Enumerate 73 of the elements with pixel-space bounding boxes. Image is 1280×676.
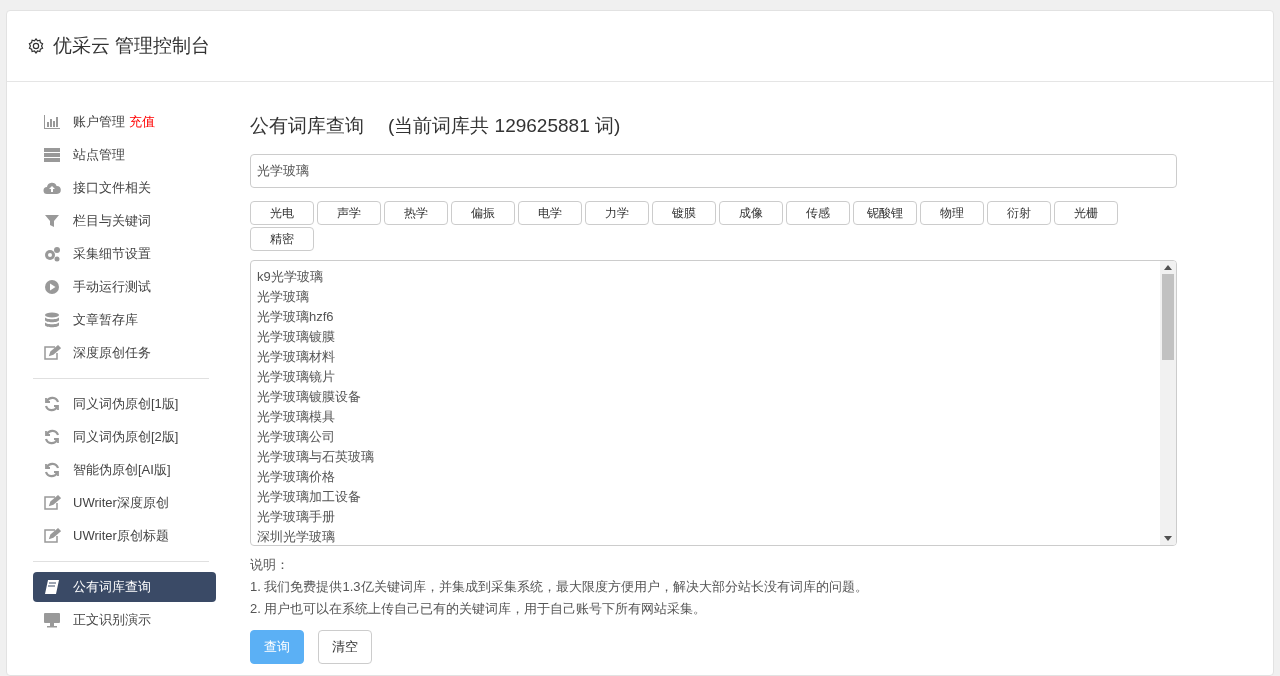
tag-button[interactable]: 衍射 (987, 200, 1051, 225)
console-title: 优采云 管理控制台 (53, 33, 211, 58)
result-option[interactable]: 深圳光学玻璃 (257, 526, 1160, 545)
tag-button[interactable]: 成像 (719, 200, 783, 225)
result-option[interactable]: 光学玻璃 (257, 286, 1160, 307)
sidebar-item[interactable]: UWriter深度原创 (33, 488, 216, 518)
sidebar-item[interactable]: 文章暂存库 (33, 305, 216, 335)
result-option[interactable]: 光学玻璃与石英玻璃 (257, 446, 1160, 467)
sidebar-item[interactable]: 同义词伪原创[2版] (33, 422, 216, 452)
scrollbar[interactable] (1160, 260, 1176, 545)
result-option[interactable]: 光学玻璃手册 (257, 506, 1160, 527)
cloud-upload-icon (43, 180, 61, 196)
scroll-down-icon[interactable] (1164, 535, 1172, 541)
result-list[interactable]: k9光学玻璃 光学玻璃 光学玻璃hzf6 光学玻璃镀膜 光学玻璃材料 光学玻璃镜片 光学玻璃镀膜设备 光学玻璃模具 光学玻璃公司 光学玻璃与石英玻璃 光学玻璃价格 光学玻璃加工设备 光学玻璃手册 深圳光学玻璃 (250, 259, 1177, 546)
sidebar-item[interactable]: 站点管理 (33, 140, 216, 170)
sidebar-item[interactable]: 栏目与关键词 (33, 206, 216, 236)
tag-button[interactable]: 电学 (518, 200, 582, 225)
result-option[interactable]: 光学玻璃镜片 (257, 366, 1160, 387)
recharge-link[interactable]: 充值 (129, 112, 155, 132)
result-option[interactable]: 光学玻璃模具 (257, 406, 1160, 427)
result-option[interactable]: 光学玻璃镀膜设备 (257, 386, 1160, 407)
word-count: (当前词库共 129625881 词) (388, 114, 621, 138)
database-icon (43, 312, 61, 328)
refresh-icon (43, 396, 61, 412)
sidebar-item[interactable]: 深度原创任务 (33, 338, 216, 368)
tag-button[interactable]: 铌酸锂 (853, 200, 917, 225)
sidebar-item[interactable]: 智能伪原创[AI版] (33, 455, 216, 485)
sidebar-item[interactable]: 公有词库查询 (33, 572, 216, 602)
sidebar-item[interactable]: 采集细节设置 (33, 239, 216, 269)
result-option[interactable]: 光学玻璃镀膜 (257, 326, 1160, 347)
filter-icon (43, 213, 61, 229)
server-icon (43, 147, 61, 163)
monitor-icon (43, 612, 61, 628)
sidebar-item[interactable]: UWriter原创标题 (33, 521, 216, 551)
tag-button[interactable]: 力学 (585, 200, 649, 225)
page-title: 公有词库查询 (250, 114, 364, 138)
tag-button[interactable]: 精密 (250, 226, 314, 251)
note-line: 1. 我们免费提供1.3亿关键词库，并集成到采集系统，最大限度方便用户，解决大部分站长没有词库的问题。 (250, 577, 869, 596)
tag-button[interactable]: 偏振 (451, 200, 515, 225)
tag-button[interactable]: 声学 (317, 200, 381, 225)
book-icon (43, 579, 61, 595)
tag-button[interactable]: 热学 (384, 200, 448, 225)
result-option[interactable]: k9光学玻璃 (257, 266, 1160, 287)
sidebar-item[interactable]: 账户管理 充值 (33, 107, 216, 137)
result-option[interactable]: 光学玻璃材料 (257, 346, 1160, 367)
result-option[interactable]: 光学玻璃公司 (257, 426, 1160, 447)
settings-icon (27, 37, 45, 55)
play-circle-icon (43, 279, 61, 295)
result-option[interactable]: 光学玻璃加工设备 (257, 486, 1160, 507)
result-option[interactable]: 光学玻璃hzf6 (257, 306, 1160, 327)
refresh-icon (43, 462, 61, 478)
tag-button[interactable]: 光电 (250, 200, 314, 225)
note-line: 2. 用户也可以在系统上传自己已有的关键词库，用于自己账号下所有网站采集。 (250, 599, 708, 618)
tag-button[interactable]: 传感 (786, 200, 850, 225)
tag-button[interactable]: 物理 (920, 200, 984, 225)
edit-icon (43, 528, 61, 544)
sidebar-item[interactable]: 同义词伪原创[1版] (33, 389, 216, 419)
tag-button[interactable]: 镀膜 (652, 200, 716, 225)
edit-icon (43, 345, 61, 361)
keyword-input[interactable]: 光学玻璃 (250, 153, 1177, 188)
gears-icon (43, 246, 61, 262)
tag-button[interactable]: 光栅 (1054, 200, 1118, 225)
clear-button[interactable]: 清空 (318, 629, 372, 664)
scrollbar-thumb[interactable] (1162, 273, 1174, 360)
sidebar-item[interactable]: 接口文件相关 (33, 173, 216, 203)
sidebar-item[interactable]: 正文识别演示 (33, 605, 216, 635)
scroll-up-icon[interactable] (1164, 264, 1172, 270)
notes-heading: 说明： (250, 555, 290, 574)
refresh-icon (43, 429, 61, 445)
result-option[interactable]: 光学玻璃价格 (257, 466, 1160, 487)
bar-chart-icon (43, 114, 61, 130)
edit-icon (43, 495, 61, 511)
sidebar-item[interactable]: 手动运行测试 (33, 272, 216, 302)
